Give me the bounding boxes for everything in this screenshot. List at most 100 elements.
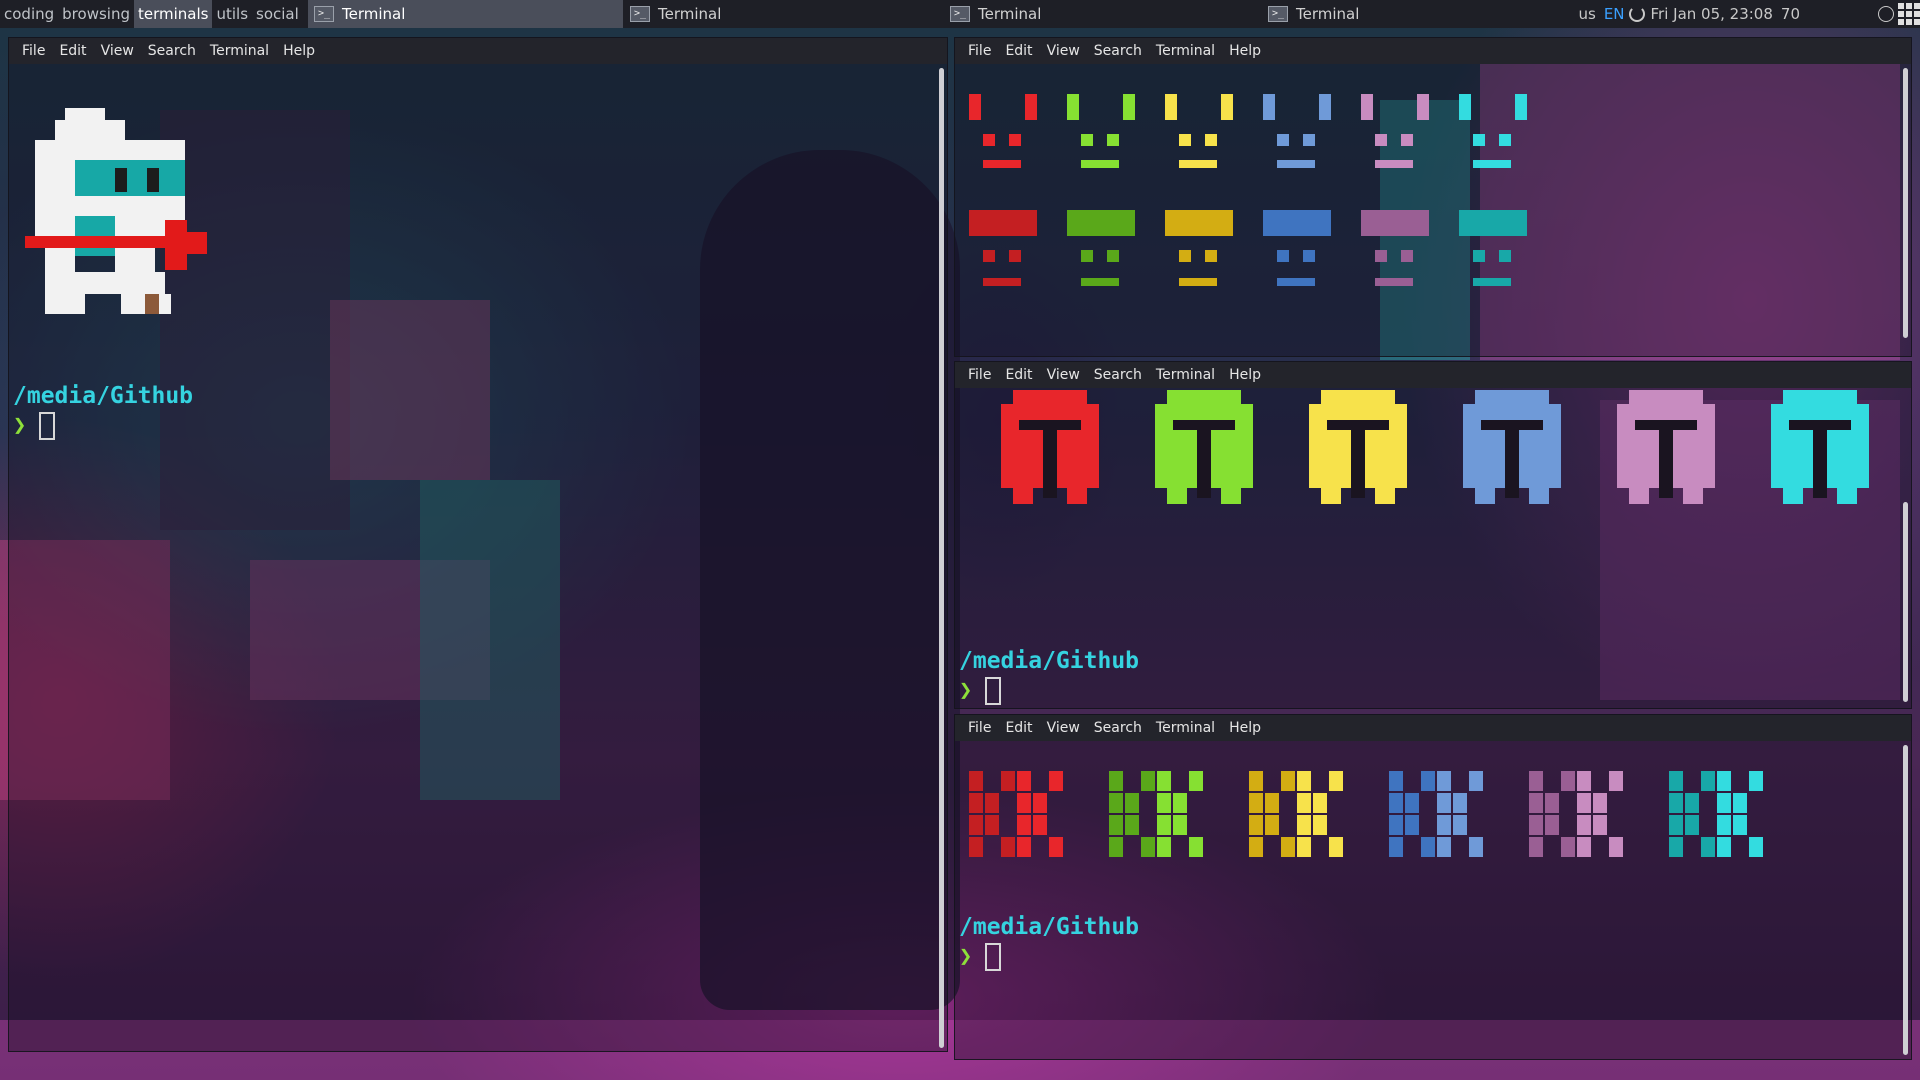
block-pixel xyxy=(1249,815,1263,835)
block-pixel xyxy=(1421,837,1435,857)
menu-edit[interactable]: Edit xyxy=(998,43,1039,59)
menu-view[interactable]: View xyxy=(94,43,141,59)
block-pixel xyxy=(1733,793,1747,813)
block-pixel xyxy=(1189,837,1203,857)
terminal-menubar: File Edit View Search Terminal Help xyxy=(955,715,1911,741)
language-indicator[interactable]: EN xyxy=(1604,5,1625,23)
invader-part xyxy=(1179,250,1191,262)
menu-search[interactable]: Search xyxy=(1087,43,1149,59)
menu-view[interactable]: View xyxy=(1040,720,1087,736)
block-pixel xyxy=(1577,837,1591,857)
block-pixel xyxy=(1421,771,1435,791)
menu-file[interactable]: File xyxy=(961,367,998,383)
block-pixel xyxy=(1405,815,1419,835)
helmet-part xyxy=(1783,390,1857,404)
terminal-window-left[interactable]: File Edit View Search Terminal Help /med… xyxy=(8,37,948,1052)
block-pixel xyxy=(1405,793,1419,813)
helmet-part xyxy=(1683,488,1703,504)
system-tray: us EN Fri Jan 05, 23:08 70 xyxy=(1578,0,1920,28)
invader-part xyxy=(1499,250,1511,262)
invader-part xyxy=(1515,94,1527,120)
block-pixel xyxy=(1469,837,1483,857)
menu-search[interactable]: Search xyxy=(1087,720,1149,736)
terminal-window-right-top[interactable]: File Edit View Search Terminal Help xyxy=(954,37,1912,357)
menu-file[interactable]: File xyxy=(961,43,998,59)
menu-search[interactable]: Search xyxy=(1087,367,1149,383)
menu-view[interactable]: View xyxy=(1040,43,1087,59)
block-pixel xyxy=(1717,815,1731,835)
menu-edit[interactable]: Edit xyxy=(52,43,93,59)
block-pixel xyxy=(1469,771,1483,791)
app-grid-icon[interactable] xyxy=(1898,3,1920,25)
scrollbar[interactable] xyxy=(939,68,944,1048)
block-pixel xyxy=(1001,771,1015,791)
terminal-window-right-bottom[interactable]: File Edit View Search Terminal Help /med… xyxy=(954,714,1912,1060)
menu-edit[interactable]: Edit xyxy=(998,720,1039,736)
block-pixel xyxy=(1545,793,1559,813)
invader-part xyxy=(1179,160,1217,168)
taskbar-item-label: Terminal xyxy=(1296,5,1360,23)
menu-terminal[interactable]: Terminal xyxy=(1149,720,1222,736)
menu-edit[interactable]: Edit xyxy=(998,367,1039,383)
workspace-terminals[interactable]: terminals xyxy=(133,0,213,28)
block-pixel xyxy=(1529,815,1543,835)
terminal-icon: >_ xyxy=(950,6,970,22)
menu-view[interactable]: View xyxy=(1040,367,1087,383)
scrollbar[interactable] xyxy=(1903,502,1908,702)
block-pixel xyxy=(1125,793,1139,813)
volume-level[interactable]: 70 xyxy=(1781,5,1800,23)
menu-help[interactable]: Help xyxy=(1222,367,1268,383)
block-pixel xyxy=(1329,771,1343,791)
invader-part xyxy=(1009,250,1021,262)
workspace-social[interactable]: social xyxy=(252,0,303,28)
invader-part xyxy=(1025,94,1037,120)
menu-search[interactable]: Search xyxy=(141,43,203,59)
taskbar-item-terminal-1[interactable]: >_ Terminal xyxy=(308,0,623,28)
menu-file[interactable]: File xyxy=(961,720,998,736)
terminal-window-right-middle[interactable]: File Edit View Search Terminal Help /med… xyxy=(954,361,1912,709)
invader-part xyxy=(1067,210,1135,236)
menu-help[interactable]: Help xyxy=(276,43,322,59)
block-pixel xyxy=(985,793,999,813)
block-pixel xyxy=(1609,771,1623,791)
workspace-utils[interactable]: utils xyxy=(212,0,252,28)
invader-part xyxy=(1009,134,1021,146)
menu-help[interactable]: Help xyxy=(1222,43,1268,59)
invader-part xyxy=(1165,210,1233,236)
helmet-part xyxy=(1783,488,1803,504)
taskbar-item-terminal-2[interactable]: >_ Terminal xyxy=(624,0,939,28)
menu-terminal[interactable]: Terminal xyxy=(1149,367,1222,383)
block-pixel xyxy=(1249,837,1263,857)
keyboard-layout[interactable]: us xyxy=(1578,5,1595,23)
scrollbar[interactable] xyxy=(1903,68,1908,338)
invader-part xyxy=(1221,94,1233,120)
taskbar-item-label: Terminal xyxy=(658,5,722,23)
menu-help[interactable]: Help xyxy=(1222,720,1268,736)
helmet-part xyxy=(1067,488,1087,504)
invader-part xyxy=(1361,94,1373,120)
workspace-coding[interactable]: coding xyxy=(0,0,58,28)
invader-part xyxy=(1473,134,1485,146)
block-pixel xyxy=(1033,815,1047,835)
terminal-cursor xyxy=(985,943,1001,971)
block-pixel xyxy=(1157,793,1171,813)
workspace-browsing[interactable]: browsing xyxy=(58,0,134,28)
helmet-visor xyxy=(1043,430,1057,498)
taskbar-item-terminal-3[interactable]: >_ Terminal xyxy=(944,0,1259,28)
block-pixel xyxy=(1297,815,1311,835)
menu-file[interactable]: File xyxy=(15,43,52,59)
menu-terminal[interactable]: Terminal xyxy=(203,43,276,59)
terminal-icon: >_ xyxy=(1268,6,1288,22)
taskbar-item-terminal-4[interactable]: >_ Terminal xyxy=(1262,0,1577,28)
helmet-part xyxy=(1475,390,1549,404)
power-icon[interactable] xyxy=(1878,6,1894,22)
clock[interactable]: Fri Jan 05, 23:08 xyxy=(1651,5,1773,23)
helmet-part xyxy=(1167,488,1187,504)
invader-part xyxy=(1107,250,1119,262)
invader-part xyxy=(1179,278,1217,286)
scrollbar[interactable] xyxy=(1903,745,1908,1055)
block-pixel xyxy=(1561,771,1575,791)
invader-part xyxy=(1277,250,1289,262)
invader-part xyxy=(1473,160,1511,168)
menu-terminal[interactable]: Terminal xyxy=(1149,43,1222,59)
